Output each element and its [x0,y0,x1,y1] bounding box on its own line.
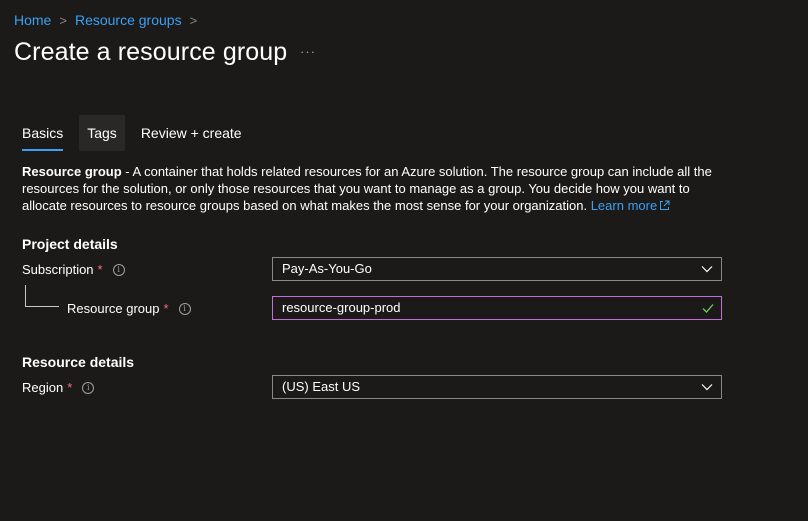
resource-group-description: Resource group - A container that holds … [22,163,722,214]
chevron-down-icon [701,384,713,391]
info-icon[interactable]: i [82,381,95,394]
resource-group-label: Resource group * i [67,301,191,316]
checkmark-icon [702,304,714,313]
subscription-label-text: Subscription [22,262,94,277]
tab-tags[interactable]: Tags [79,115,125,151]
tab-review-create[interactable]: Review + create [133,115,250,151]
info-icon[interactable]: i [112,263,125,276]
info-icon[interactable]: i [178,302,191,315]
tab-basics[interactable]: Basics [14,115,71,151]
required-asterisk: * [163,301,169,316]
region-label-text: Region [22,380,64,395]
learn-more-link[interactable]: Learn more [591,198,670,213]
required-asterisk: * [67,380,73,395]
region-label: Region * i [22,380,95,395]
more-options-button[interactable]: ··· [300,44,316,59]
breadcrumb-separator: > [189,12,198,28]
region-value: (US) East US [282,379,361,394]
breadcrumb: Home > Resource groups > [14,12,205,28]
tree-connector [25,306,59,307]
chevron-down-icon [701,266,713,273]
tab-bar: Basics Tags Review + create [14,115,258,151]
region-dropdown[interactable]: (US) East US [272,375,722,399]
subscription-label: Subscription * i [22,262,125,277]
resource-group-value: resource-group-prod [282,300,401,315]
resource-group-label-text: Resource group [67,301,160,316]
resource-group-input[interactable]: resource-group-prod [272,296,722,320]
required-asterisk: * [97,262,103,277]
external-link-icon [660,200,670,210]
learn-more-label: Learn more [590,198,658,213]
tree-connector [25,285,26,307]
subscription-value: Pay-As-You-Go [282,261,372,276]
description-term: Resource group [22,164,122,179]
breadcrumb-home-link[interactable]: Home [14,12,51,28]
page-title: Create a resource group [14,38,288,66]
resource-details-heading: Resource details [22,354,135,370]
subscription-dropdown[interactable]: Pay-As-You-Go [272,257,722,281]
project-details-heading: Project details [22,236,118,252]
breadcrumb-separator: > [59,12,67,28]
breadcrumb-resource-groups-link[interactable]: Resource groups [75,12,182,28]
